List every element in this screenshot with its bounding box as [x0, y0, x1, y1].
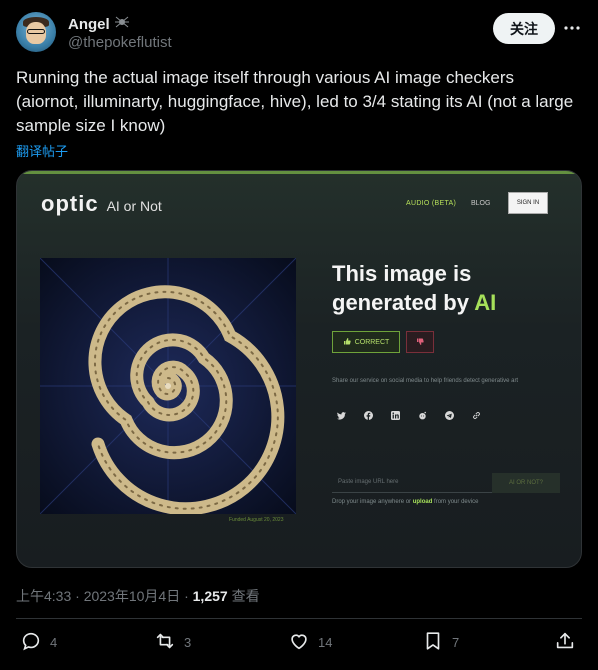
headline-ai: AI [474, 290, 497, 315]
facebook-icon [362, 409, 375, 422]
retweet-icon [154, 630, 176, 655]
ai-or-not-button: AI OR NOT? [492, 473, 560, 493]
image-credit: Funded August 20, 2023 [229, 517, 284, 523]
view-count: 1,257 [192, 588, 228, 604]
share-icons-row [335, 409, 483, 422]
headline-line2: generated by [332, 290, 475, 315]
more-options-icon[interactable] [562, 18, 582, 38]
retweet-button[interactable]: 3 [154, 630, 191, 655]
bookmark-button[interactable]: 7 [422, 630, 459, 655]
timestamp[interactable]: 上午4:33 · 2023年10月4日 · [16, 588, 193, 604]
like-count: 14 [318, 635, 333, 650]
media-attachment[interactable]: optic AI or Not AUDIO (BETA) BLOG SIGN I… [16, 170, 582, 568]
action-bar: 4 3 14 7 [16, 630, 582, 662]
heart-icon [288, 630, 310, 655]
divider [16, 618, 582, 619]
headline-line1: This image is [332, 261, 472, 286]
share-button[interactable] [554, 630, 576, 655]
correct-button: CORRECT [332, 331, 400, 353]
spiral-clock-image [40, 258, 296, 514]
drop-suffix: from your device [432, 499, 479, 505]
nav-blog: BLOG [471, 200, 491, 207]
thumbs-down-icon [416, 333, 424, 351]
logo-subtitle: AI or Not [106, 198, 162, 214]
author-name[interactable]: Angel [68, 16, 110, 33]
author-name-row[interactable]: Angel [68, 14, 130, 34]
reddit-icon [416, 409, 429, 422]
nav-signin: SIGN IN [508, 192, 548, 214]
translate-link[interactable]: 翻译帖子 [16, 141, 68, 160]
reply-count: 4 [50, 635, 58, 650]
like-button[interactable]: 14 [288, 630, 332, 655]
correct-label: CORRECT [354, 338, 390, 346]
reply-icon [20, 630, 42, 655]
author-handle[interactable]: @thepokeflutist [68, 34, 172, 51]
link-icon [470, 409, 483, 422]
drop-prefix: Drop your image anywhere or [332, 499, 413, 505]
nav-audio: AUDIO (BETA) [406, 200, 457, 207]
incorrect-button [406, 331, 434, 353]
thumbs-up-icon [343, 337, 351, 347]
avatar-glasses [27, 29, 45, 34]
views-label: 查看 [227, 588, 260, 604]
drop-instructions: Drop your image anywhere or upload from … [332, 499, 478, 505]
telegram-icon [443, 409, 456, 422]
linkedin-icon [389, 409, 402, 422]
tweet-text: Running the actual image itself through … [16, 68, 574, 135]
bookmark-count: 7 [452, 635, 460, 650]
follow-button[interactable]: 关注 [493, 13, 555, 44]
optic-logo: optic AI or Not [41, 191, 162, 217]
media-accent-line [17, 171, 581, 174]
spider-icon [114, 14, 130, 34]
result-headline: This image is generated by AI [332, 259, 496, 317]
reply-button[interactable]: 4 [20, 630, 57, 655]
share-icon [554, 630, 576, 655]
retweet-count: 3 [184, 635, 192, 650]
tweet-meta: 上午4:33 · 2023年10月4日 · 1,257 查看 [16, 586, 260, 606]
twitter-icon [335, 409, 348, 422]
avatar[interactable] [16, 12, 56, 52]
bookmark-icon [422, 630, 444, 655]
logo-word: optic [41, 191, 99, 216]
upload-link: upload [412, 499, 433, 505]
share-text: Share our service on social media to hel… [332, 378, 519, 384]
